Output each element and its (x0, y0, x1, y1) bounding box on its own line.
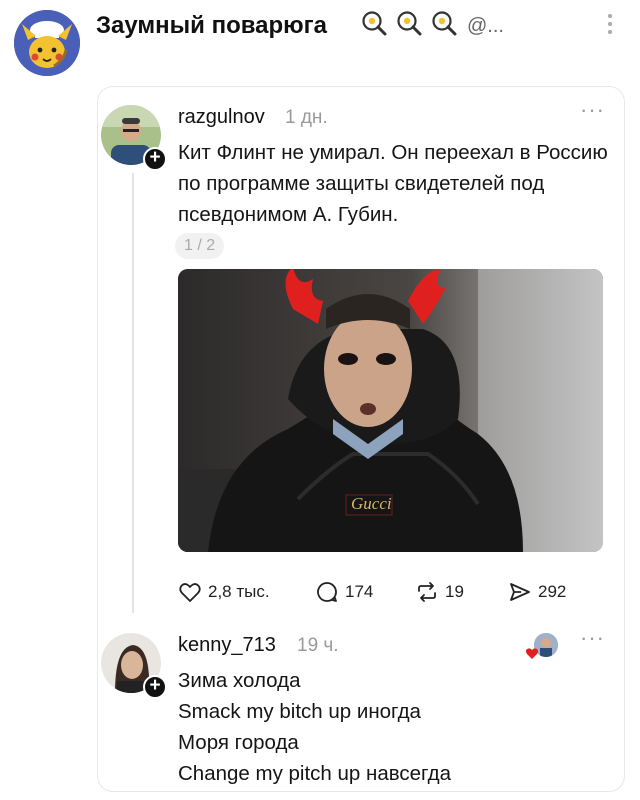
post-username[interactable]: razgulnov (178, 106, 265, 129)
frying-pan-icon (362, 11, 387, 36)
reply-line: Smack my bitch up иногда (178, 700, 421, 723)
post-photo[interactable]: Gucci (178, 269, 603, 552)
quoted-thread-card[interactable]: + razgulnov 1 дн. ··· Кит Флинт не умира… (97, 86, 625, 792)
channel-name[interactable]: Заумный поварюга (96, 12, 327, 40)
reply-line: Моря города (178, 731, 299, 754)
reply-text: Зима холода Smack my bitch up иногда Мор… (178, 665, 598, 789)
like-count: 2,8 тыс. (208, 582, 270, 601)
page-indicator: 1 / 2 (175, 233, 225, 259)
gucci-logo-text: Gucci (351, 494, 392, 513)
follow-plus-button[interactable]: + (143, 675, 167, 699)
post-image: Gucci (178, 269, 603, 552)
channel-handle: @... (467, 15, 504, 37)
reply-more-button[interactable]: ··· (580, 625, 605, 651)
thread-line (132, 173, 134, 613)
post-time: 1 дн. (285, 107, 328, 128)
repost-icon (418, 582, 436, 602)
share-button[interactable]: 292 (508, 577, 566, 607)
reply-line: Зима холода (178, 669, 301, 692)
comment-count: 174 (345, 582, 374, 601)
reply-time: 19 ч. (297, 635, 339, 656)
post-text: Кит Флинт не умирал. Он переехал в Росси… (178, 141, 608, 226)
channel-avatar[interactable] (14, 10, 80, 76)
frying-pan-icon (397, 11, 422, 36)
pikachu-chef-icon (14, 10, 80, 76)
reply-line: Change my pitch up навсегда (178, 762, 451, 785)
post-more-button[interactable]: ··· (580, 97, 605, 123)
kebab-menu-icon[interactable] (602, 10, 618, 38)
reply-username[interactable]: kenny_713 (178, 634, 276, 657)
channel-header: Заумный поварюга @... (0, 0, 640, 86)
repost-button[interactable]: 19 (415, 577, 464, 607)
comment-bubble-icon (317, 582, 337, 602)
follow-plus-button[interactable]: + (143, 147, 167, 171)
share-count: 292 (538, 582, 567, 601)
heart-icon (179, 583, 201, 602)
like-button[interactable]: 2,8 тыс. (178, 577, 270, 607)
send-icon (510, 583, 530, 601)
comment-button[interactable]: 174 (315, 577, 373, 607)
frying-pan-icon (432, 11, 457, 36)
repost-count: 19 (445, 582, 464, 601)
post-actions-bar: 2,8 тыс. 174 19 292 (178, 577, 598, 607)
heart-filled-icon (525, 648, 539, 659)
